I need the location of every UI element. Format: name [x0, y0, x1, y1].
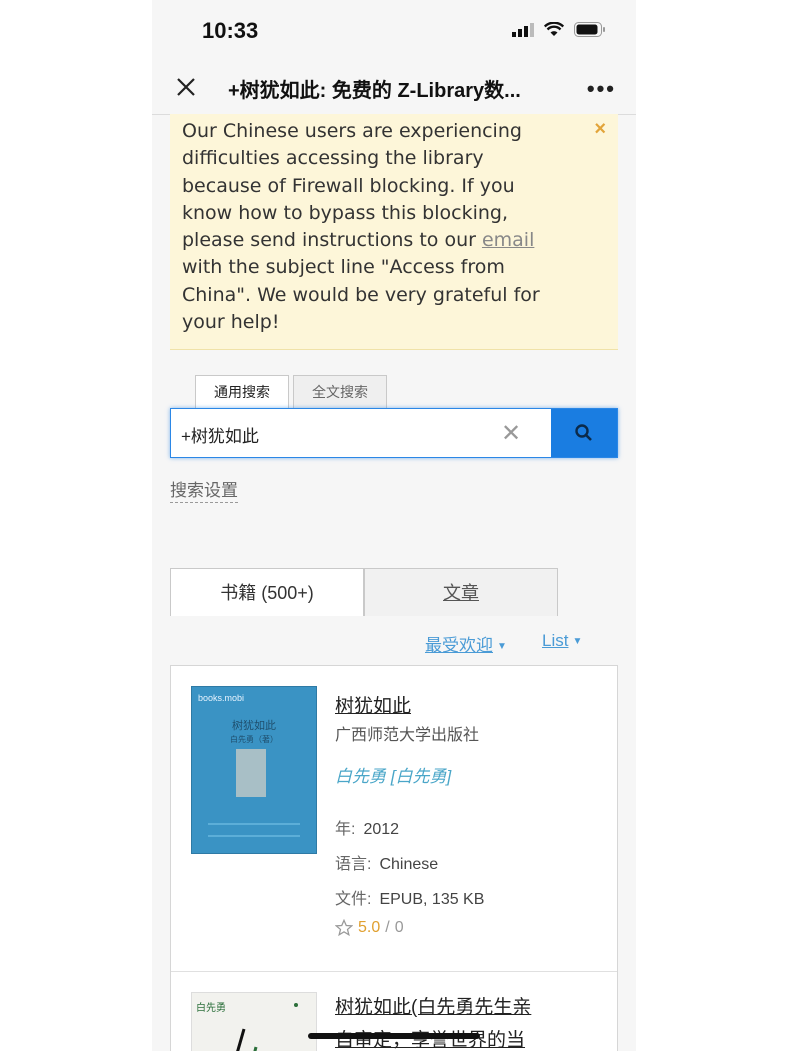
sort-popular-dropdown[interactable]: 最受欢迎 ▼: [425, 631, 507, 656]
chevron-down-icon: ▼: [572, 636, 583, 648]
cover-line: [208, 835, 300, 837]
phone-screen: 10:33 +树犹如此: 免费的 Z-Library数... ••• Our C…: [152, 0, 636, 1051]
search-icon: [575, 424, 592, 441]
content-tabs: 书籍 (500+) 文章: [170, 568, 558, 616]
wifi-icon: [544, 22, 564, 36]
search-type-tabs: 通用搜索 全文搜索: [195, 375, 387, 410]
page-title: +树犹如此: 免费的 Z-Library数...: [228, 80, 521, 102]
cover-subtitle: 白先勇（著）: [230, 735, 278, 744]
cover-line: [208, 823, 300, 825]
book-publisher: 广西师范大学出版社: [335, 727, 480, 744]
status-time: 10:33: [202, 18, 259, 43]
book-cover[interactable]: books.mobi 树犹如此白先勇（著）: [191, 686, 317, 854]
tab-general-search[interactable]: 通用搜索: [195, 375, 289, 410]
book-title-link[interactable]: 树犹如此: [335, 691, 411, 718]
more-icon[interactable]: •••: [587, 76, 616, 102]
cover-title-text: 树犹如此: [232, 720, 276, 732]
browser-navbar: +树犹如此: 免费的 Z-Library数... •••: [152, 62, 636, 115]
view-mode-label: List: [542, 631, 569, 650]
book-rating: 5.0 / 0: [335, 919, 404, 937]
cover-image: [236, 749, 266, 797]
search-input[interactable]: +树犹如此: [181, 422, 259, 447]
tab-fulltext-search[interactable]: 全文搜索: [293, 375, 387, 408]
tab-articles[interactable]: 文章: [364, 568, 558, 616]
status-bar: 10:33: [152, 0, 636, 62]
home-indicator[interactable]: [308, 1033, 480, 1039]
notice-close-icon[interactable]: ×: [594, 118, 606, 141]
language-label: 语言:: [335, 856, 372, 873]
cover-title: 树犹如此白先勇（著）: [192, 717, 316, 745]
book-file: 文件: EPUB, 135 KB: [335, 885, 484, 909]
year-label: 年:: [335, 821, 356, 838]
year-value: 2012: [363, 821, 400, 838]
clear-icon[interactable]: ✕: [501, 419, 521, 448]
chevron-down-icon: ▼: [497, 641, 507, 653]
book-year: 年: 2012: [335, 815, 399, 839]
results-list: books.mobi 树犹如此白先勇（著） 树犹如此 广西师范大学出版社 白先勇…: [170, 665, 618, 1051]
email-link[interactable]: email: [482, 229, 534, 251]
search-bar: +树犹如此 ✕: [170, 408, 618, 458]
book-author-link[interactable]: 白先勇 [白先勇]: [335, 762, 451, 787]
language-value: Chinese: [379, 856, 439, 873]
rating-separator: /: [385, 919, 390, 936]
list-item: books.mobi 树犹如此白先勇（著） 树犹如此 广西师范大学出版社 白先勇…: [171, 666, 617, 972]
rating-count: 0: [394, 919, 404, 936]
book-title-link[interactable]: 树犹如此(白先勇先生亲: [335, 992, 531, 1019]
file-value: EPUB, 135 KB: [379, 891, 485, 908]
cover-top-text: books.mobi: [198, 693, 245, 703]
search-button[interactable]: [551, 409, 617, 457]
battery-icon: [574, 22, 605, 37]
file-label: 文件:: [335, 891, 372, 908]
firewall-notice: Our Chinese users are experiencing diffi…: [170, 114, 618, 350]
rating-score: 5.0: [358, 919, 381, 936]
notice-text: Our Chinese users are experiencing diffi…: [182, 118, 562, 336]
search-settings-link[interactable]: 搜索设置: [170, 476, 238, 503]
list-item: 白先勇 树犹如此(白先勇先生亲 自审定，享誉世界的当: [171, 972, 617, 1051]
view-mode-dropdown[interactable]: List ▼: [542, 631, 582, 651]
notice-text-after: with the subject line "Access from China…: [182, 256, 540, 334]
book-language: 语言: Chinese: [335, 850, 438, 874]
notice-text-before: Our Chinese users are experiencing diffi…: [182, 120, 522, 252]
status-icons: [512, 22, 606, 37]
cover-art: [236, 1003, 298, 1051]
tab-books[interactable]: 书籍 (500+): [170, 568, 364, 616]
close-icon[interactable]: [174, 75, 198, 99]
book-cover[interactable]: 白先勇: [191, 992, 317, 1051]
signal-icon: [512, 22, 534, 37]
star-icon[interactable]: [335, 919, 353, 937]
sort-popular-label: 最受欢迎: [425, 636, 493, 655]
